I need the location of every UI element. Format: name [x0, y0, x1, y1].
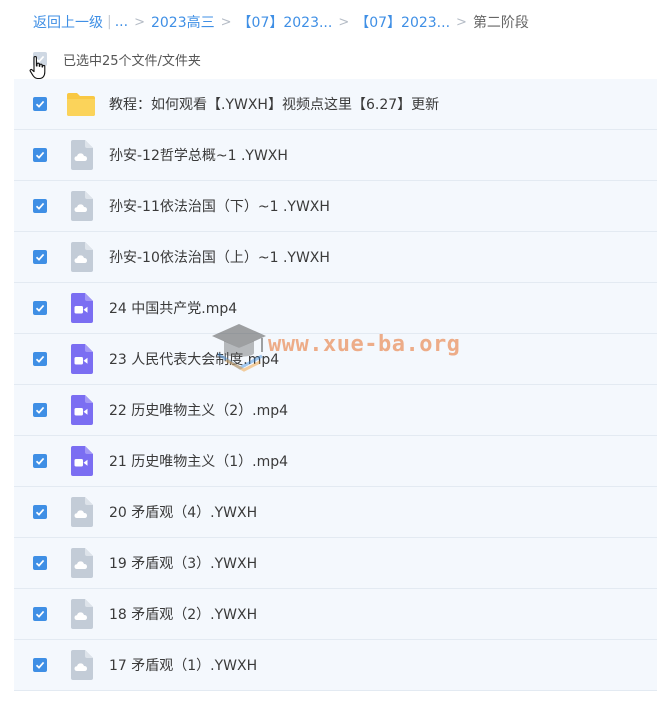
file-name[interactable]: 21 历史唯物主义（1）.mp4 [109, 451, 288, 471]
file-name[interactable]: 19 矛盾观（3）.YWXH [109, 553, 257, 573]
check-icon [35, 457, 45, 465]
check-icon [35, 559, 45, 567]
chevron-right-icon: > [456, 14, 467, 30]
file-row[interactable]: 孙安-10依法治国（上）~1 .YWXH [14, 232, 657, 283]
chevron-right-icon: > [338, 14, 350, 30]
file-row[interactable]: 20 矛盾观（4）.YWXH [14, 487, 657, 538]
check-icon [35, 304, 45, 312]
file-name[interactable]: 24 中国共产党.mp4 [109, 298, 237, 318]
cloud-file-icon [66, 191, 96, 221]
file-checkbox[interactable] [33, 352, 47, 366]
file-name[interactable]: 18 矛盾观（2）.YWXH [109, 604, 257, 624]
file-name[interactable]: 22 历史唯物主义（2）.mp4 [109, 400, 288, 420]
video-file-icon [66, 446, 96, 476]
cloud-file-icon [66, 599, 96, 629]
file-name[interactable]: 教程：如何观看【.YWXH】视频点这里【6.27】更新 [109, 94, 439, 114]
back-link[interactable]: 返回上一级 [33, 12, 103, 32]
video-file-icon [66, 344, 96, 374]
file-list: 教程：如何观看【.YWXH】视频点这里【6.27】更新 孙安-12哲学总概~1 .… [14, 79, 657, 691]
breadcrumb-item[interactable]: 2023高三 [151, 12, 215, 32]
breadcrumb-current: 第二阶段 [472, 15, 529, 31]
file-row[interactable]: 17 矛盾观（1）.YWXH [14, 640, 657, 691]
cloud-file-icon [66, 650, 96, 680]
breadcrumb-item[interactable]: 【07】2023... [355, 12, 450, 32]
file-row[interactable]: 教程：如何观看【.YWXH】视频点这里【6.27】更新 [14, 79, 657, 130]
check-icon [35, 355, 45, 363]
check-icon [35, 202, 45, 210]
file-checkbox[interactable] [33, 199, 47, 213]
file-row[interactable]: 22 历史唯物主义（2）.mp4 [14, 385, 657, 436]
file-checkbox[interactable] [33, 403, 47, 417]
file-checkbox[interactable] [33, 556, 47, 570]
file-name[interactable]: 20 矛盾观（4）.YWXH [109, 502, 257, 522]
file-name[interactable]: 17 矛盾观（1）.YWXH [109, 655, 257, 675]
chevron-right-icon: > [134, 14, 145, 30]
cloud-file-icon [66, 497, 96, 527]
folder-icon [66, 89, 96, 119]
check-icon [35, 151, 45, 159]
breadcrumb: 返回上一级 | ... > 2023高三 > 【07】2023... > 【07… [33, 11, 529, 33]
selection-count-label: 已选中25个文件/文件夹 [63, 53, 201, 69]
file-name[interactable]: 孙安-11依法治国（下）~1 .YWXH [109, 196, 330, 216]
chevron-right-icon: > [220, 14, 232, 30]
video-file-icon [66, 293, 96, 323]
file-row[interactable]: 23 人民代表大会制度.mp4 [14, 334, 657, 385]
file-name[interactable]: 孙安-12哲学总概~1 .YWXH [109, 145, 288, 165]
selection-bar: 已选中25个文件/文件夹 [33, 48, 201, 70]
check-icon [35, 253, 45, 261]
cloud-file-icon [66, 242, 96, 272]
file-name[interactable]: 23 人民代表大会制度.mp4 [109, 349, 279, 369]
file-row[interactable]: 18 矛盾观（2）.YWXH [14, 589, 657, 640]
check-icon [35, 661, 45, 669]
check-icon [35, 100, 45, 108]
cloud-file-icon [66, 140, 96, 170]
check-icon [35, 610, 45, 618]
file-checkbox[interactable] [33, 454, 47, 468]
file-name[interactable]: 孙安-10依法治国（上）~1 .YWXH [109, 247, 330, 267]
check-icon [35, 406, 45, 414]
hand-pointer-icon [29, 56, 46, 80]
file-row[interactable]: 21 历史唯物主义（1）.mp4 [14, 436, 657, 487]
cloud-file-icon [66, 548, 96, 578]
file-checkbox[interactable] [33, 148, 47, 162]
file-row[interactable]: 24 中国共产党.mp4 [14, 283, 657, 334]
file-checkbox[interactable] [33, 301, 47, 315]
file-row[interactable]: 19 矛盾观（3）.YWXH [14, 538, 657, 589]
file-row[interactable]: 孙安-12哲学总概~1 .YWXH [14, 130, 657, 181]
file-checkbox[interactable] [33, 250, 47, 264]
breadcrumb-item[interactable]: 【07】2023... [238, 12, 333, 32]
check-icon [35, 508, 45, 516]
file-checkbox[interactable] [33, 97, 47, 111]
video-file-icon [66, 395, 96, 425]
file-checkbox[interactable] [33, 505, 47, 519]
file-row[interactable]: 孙安-11依法治国（下）~1 .YWXH [14, 181, 657, 232]
breadcrumb-divider: | [107, 14, 112, 30]
breadcrumb-ellipsis[interactable]: ... [115, 14, 128, 30]
file-checkbox[interactable] [33, 658, 47, 672]
file-checkbox[interactable] [33, 607, 47, 621]
